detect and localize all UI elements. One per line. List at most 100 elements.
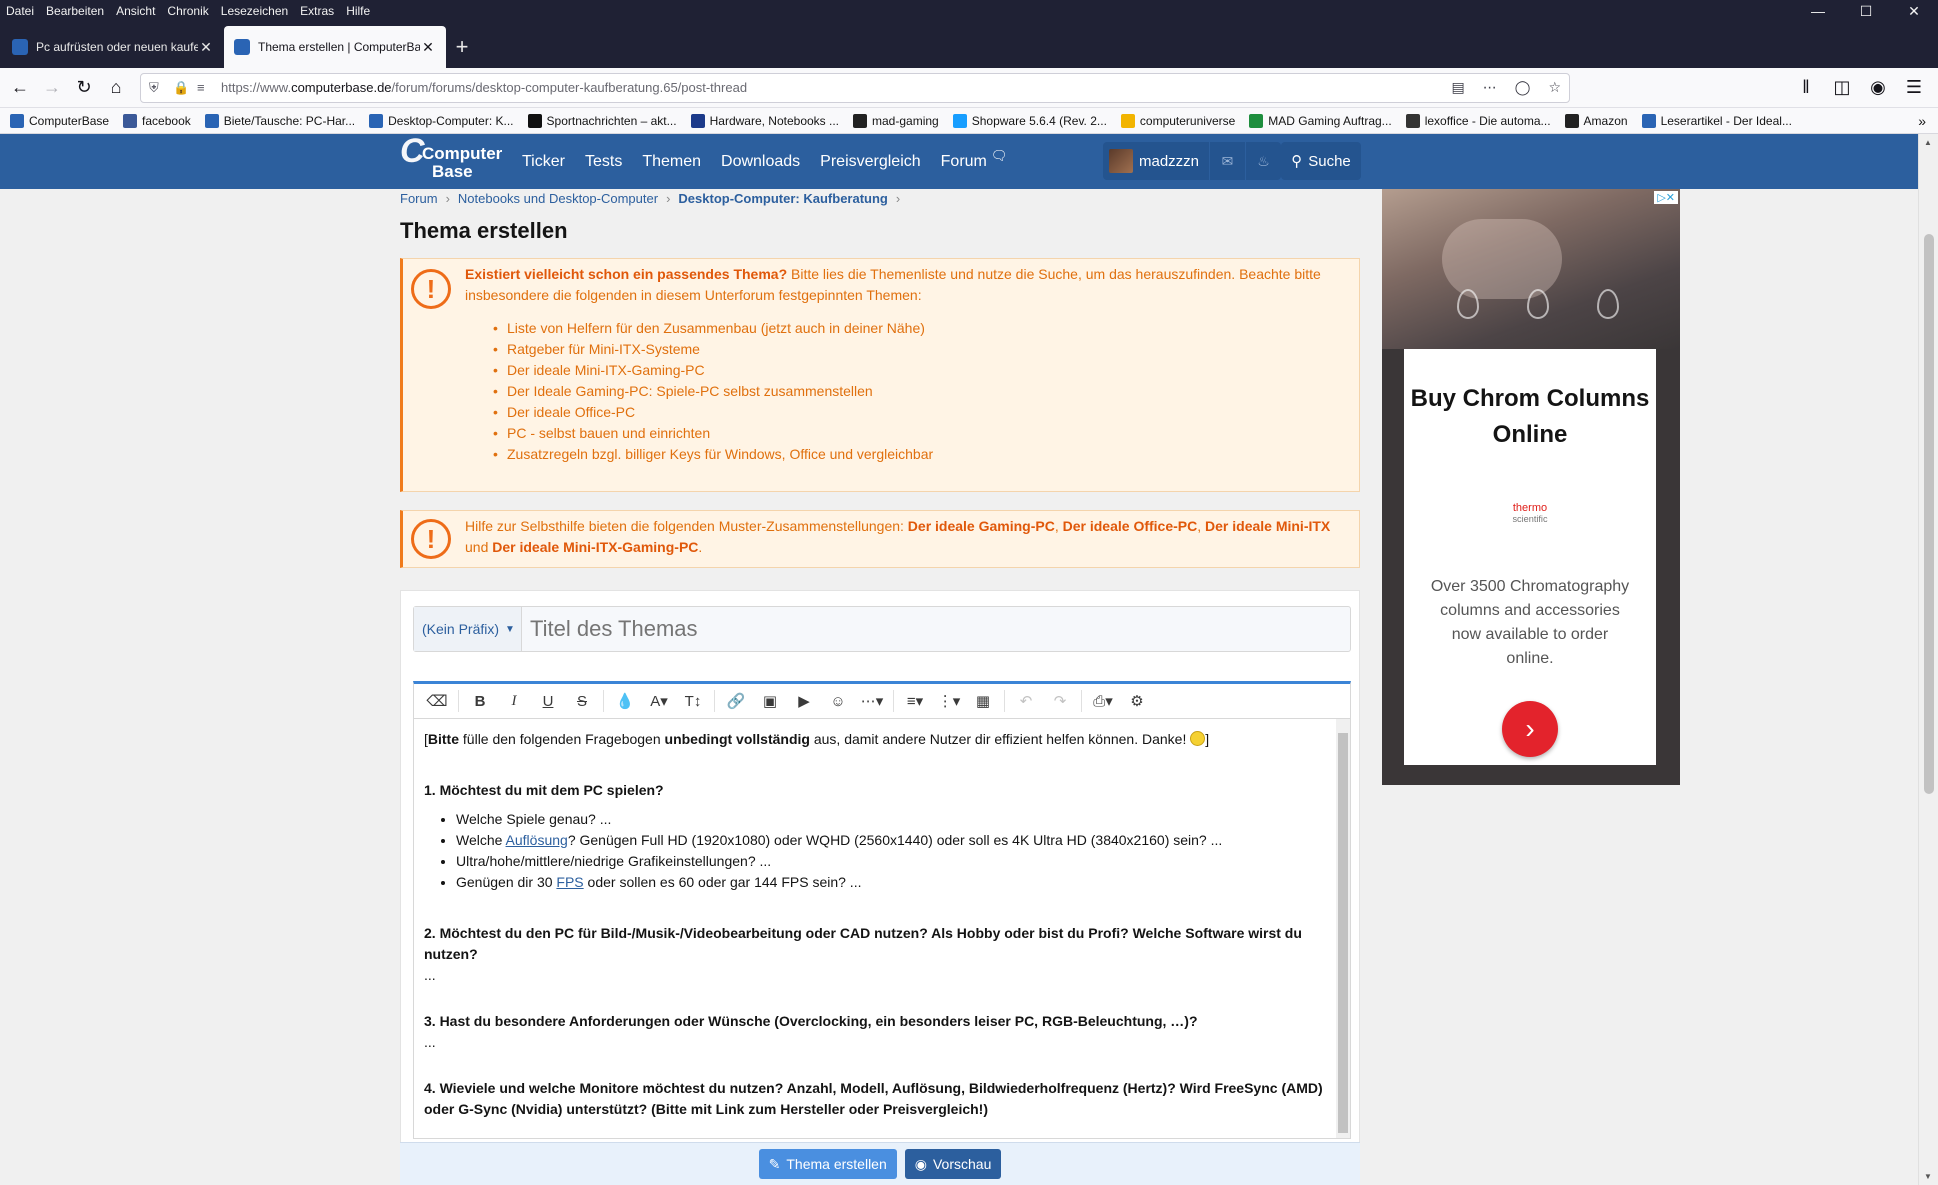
scroll-up-icon[interactable]: ▲ xyxy=(1924,138,1932,147)
search-button[interactable]: ⚲ Suche xyxy=(1281,142,1361,180)
nav-tests[interactable]: Tests xyxy=(585,153,622,171)
bookmark-item[interactable]: Shopware 5.6.4 (Rev. 2... xyxy=(952,113,1107,128)
list-item[interactable]: Liste von Helfern für den Zusammenbau (j… xyxy=(493,318,1339,339)
thread-title-input[interactable] xyxy=(522,607,1350,651)
more-bookmarks-chevron-icon[interactable]: » xyxy=(1918,113,1926,129)
create-thread-button[interactable]: ✎ Thema erstellen xyxy=(758,1149,897,1179)
bookmark-item[interactable]: mad-gaming xyxy=(853,113,939,128)
reload-icon[interactable]: ↻ xyxy=(68,72,100,104)
lock-icon[interactable]: 🔒 xyxy=(173,80,191,96)
bookmark-star-icon[interactable]: ☆ xyxy=(1548,79,1561,96)
menu-lesezeichen[interactable]: Lesezeichen xyxy=(221,4,288,18)
italic-icon[interactable]: I xyxy=(497,686,531,716)
hamburger-menu-icon[interactable]: ☰ xyxy=(1898,72,1930,104)
reader-view-icon[interactable]: ▤ xyxy=(1452,79,1465,96)
editor-scrollbar-thumb[interactable] xyxy=(1338,733,1348,1133)
breadcrumb-kaufberatung[interactable]: Desktop-Computer: Kaufberatung xyxy=(678,191,887,206)
permissions-icon[interactable]: ≡ xyxy=(197,80,215,95)
link-aufloesung[interactable]: Auflösung xyxy=(506,832,568,848)
new-tab-plus-icon[interactable]: + xyxy=(446,26,478,68)
link-office-pc[interactable]: Der ideale Office-PC xyxy=(1063,518,1198,534)
arrow-right-icon[interactable]: › xyxy=(1502,701,1558,757)
list-item[interactable]: Ratgeber für Mini-ITX-Systeme xyxy=(493,339,1339,360)
bold-icon[interactable]: B xyxy=(463,686,497,716)
media-icon[interactable]: ▶ xyxy=(787,686,821,716)
preview-button[interactable]: ◉ Vorschau xyxy=(904,1149,1002,1179)
eraser-icon[interactable]: ⌫ xyxy=(420,686,454,716)
bookmark-item[interactable]: Desktop-Computer: K... xyxy=(369,113,514,128)
tab-thema-erstellen[interactable]: Thema erstellen | ComputerBa ✕ xyxy=(224,26,446,68)
undo-icon[interactable]: ↶ xyxy=(1009,686,1043,716)
menu-ansicht[interactable]: Ansicht xyxy=(116,4,155,18)
forward-arrow-icon[interactable]: → xyxy=(36,72,68,104)
nav-preisvergleich[interactable]: Preisvergleich xyxy=(820,153,920,171)
breadcrumb-forum[interactable]: Forum xyxy=(400,191,438,206)
prefix-dropdown[interactable]: (Kein Präfix) ▼ xyxy=(414,607,522,651)
menu-extras[interactable]: Extras xyxy=(300,4,334,18)
table-icon[interactable]: ▦ xyxy=(966,686,1000,716)
list-item[interactable]: Zusatzregeln bzgl. billiger Keys für Win… xyxy=(493,444,1339,465)
bookmark-item[interactable]: Hardware, Notebooks ... xyxy=(690,113,839,128)
sidebar-icon[interactable]: ◫ xyxy=(1826,72,1858,104)
link-mini-itx-gaming[interactable]: Der ideale Mini-ITX-Gaming-PC xyxy=(492,539,698,555)
ad-card[interactable]: Buy Chrom Columns Online thermo scientifi… xyxy=(1404,349,1656,765)
nav-themen[interactable]: Themen xyxy=(642,153,701,171)
link-icon[interactable]: 🔗 xyxy=(719,686,753,716)
nav-downloads[interactable]: Downloads xyxy=(721,153,800,171)
bookmark-item[interactable]: Amazon xyxy=(1564,113,1628,128)
menu-bearbeiten[interactable]: Bearbeiten xyxy=(46,4,104,18)
link-suche[interactable]: Suche xyxy=(1038,266,1078,282)
bookmark-item[interactable]: computeruniverse xyxy=(1120,113,1235,128)
bookmark-item[interactable]: Leserartikel - Der Ideal... xyxy=(1641,113,1792,128)
align-icon[interactable]: ≡▾ xyxy=(898,686,932,716)
close-tab-icon[interactable]: ✕ xyxy=(420,39,436,56)
pocket-icon[interactable]: ◯ xyxy=(1515,79,1531,96)
message-editor[interactable]: [Bitte fülle den folgenden Fragebogen un… xyxy=(413,719,1351,1139)
scrollbar-thumb[interactable] xyxy=(1924,234,1934,794)
close-tab-icon[interactable]: ✕ xyxy=(198,39,214,56)
more-options-icon[interactable]: ⋯▾ xyxy=(855,686,889,716)
bookmark-item[interactable]: Sportnachrichten – akt... xyxy=(527,113,677,128)
strikethrough-icon[interactable]: S xyxy=(565,686,599,716)
bell-icon[interactable]: ♨ xyxy=(1245,142,1281,180)
underline-icon[interactable]: U xyxy=(531,686,565,716)
bookmark-item[interactable]: ComputerBase xyxy=(10,113,109,128)
library-icon[interactable]: ‖ xyxy=(1790,72,1822,104)
bookmark-item[interactable]: MAD Gaming Auftrag... xyxy=(1249,113,1392,128)
breadcrumb-notebooks[interactable]: Notebooks und Desktop-Computer xyxy=(458,191,658,206)
list-item[interactable]: Der ideale Mini-ITX-Gaming-PC xyxy=(493,360,1339,381)
bookmark-item[interactable]: facebook xyxy=(123,113,191,128)
link-fps[interactable]: FPS xyxy=(556,874,583,890)
font-family-icon[interactable]: A▾ xyxy=(642,686,676,716)
account-icon[interactable]: ◉ xyxy=(1862,72,1894,104)
url-text[interactable]: https://www.computerbase.de/forum/forums… xyxy=(221,80,1452,95)
advertisement[interactable]: ▷✕ Buy Chrom Columns Online thermo scient… xyxy=(1382,189,1680,785)
drafts-icon[interactable]: ⎙▾ xyxy=(1086,686,1120,716)
nav-ticker[interactable]: Ticker xyxy=(522,153,565,171)
editor-content[interactable]: [Bitte fülle den folgenden Fragebogen un… xyxy=(424,729,1326,1120)
link-themenliste[interactable]: Themenliste xyxy=(870,266,946,282)
image-icon[interactable]: ▣ xyxy=(753,686,787,716)
list-item[interactable]: Der Ideale Gaming-PC: Spiele-PC selbst z… xyxy=(493,381,1339,402)
scroll-down-icon[interactable]: ▼ xyxy=(1924,1172,1932,1181)
home-icon[interactable]: ⌂ xyxy=(100,72,132,104)
link-gaming-pc[interactable]: Der ideale Gaming-PC xyxy=(908,518,1055,534)
maximize-icon[interactable]: ☐ xyxy=(1842,3,1890,20)
list-icon[interactable]: ⋮▾ xyxy=(932,686,966,716)
menu-chronik[interactable]: Chronik xyxy=(167,4,208,18)
bookmark-item[interactable]: lexoffice - Die automa... xyxy=(1405,113,1551,128)
editor-scrollbar[interactable] xyxy=(1336,719,1350,1138)
settings-gear-icon[interactable]: ⚙ xyxy=(1120,686,1154,716)
list-item[interactable]: PC - selbst bauen und einrichten xyxy=(493,423,1339,444)
username[interactable]: madzzzn xyxy=(1139,153,1199,170)
redo-icon[interactable]: ↷ xyxy=(1043,686,1077,716)
minimize-icon[interactable]: — xyxy=(1794,3,1842,20)
url-bar[interactable]: ⛨ 🔒 ≡ https://www.computerbase.de/forum/… xyxy=(140,72,1570,103)
page-scrollbar[interactable]: ▲ ▼ xyxy=(1918,134,1938,1185)
close-window-icon[interactable]: ✕ xyxy=(1890,3,1938,20)
page-actions-icon[interactable]: ⋯ xyxy=(1483,79,1497,96)
nav-forum[interactable]: Forum 🗨 xyxy=(941,148,1008,171)
adchoices-icon[interactable]: ▷✕ xyxy=(1654,191,1678,204)
shield-icon[interactable]: ⛨ xyxy=(149,80,167,96)
font-size-icon[interactable]: T↕ xyxy=(676,686,710,716)
